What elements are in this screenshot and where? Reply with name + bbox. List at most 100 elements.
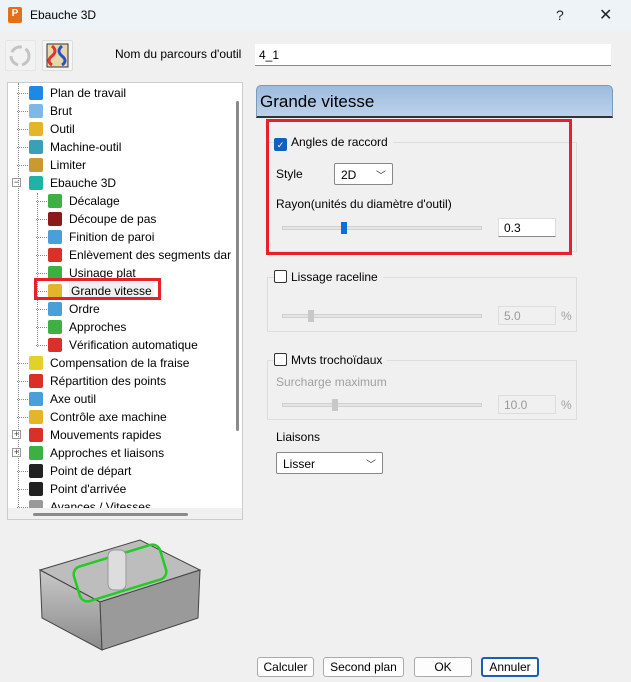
auto-verify-icon	[48, 338, 62, 352]
trochoidal-checkbox-row[interactable]: Mvts trochoïdaux	[274, 353, 388, 367]
links-value: Lisser	[283, 457, 316, 471]
tree-item[interactable]: Contrôle axe machine	[8, 408, 234, 426]
expander-icon[interactable]: −	[12, 178, 21, 187]
tree-connector	[18, 83, 19, 513]
machine-tool-icon	[29, 140, 43, 154]
tree-item-label: Limiter	[50, 158, 87, 172]
tree-item[interactable]: Approches	[8, 318, 234, 336]
tree-item[interactable]: Brut	[8, 102, 234, 120]
settings-tree: Plan de travail Brut Outil Machine-outil Lim…	[7, 82, 243, 520]
tree-item-label: Découpe de pas	[69, 212, 157, 226]
expander-icon[interactable]: +	[12, 448, 21, 457]
raceline-input[interactable]: 5.0	[498, 306, 556, 325]
toolpath-name-label: Nom du parcours d'outil	[115, 47, 242, 61]
approaches-icon	[48, 320, 62, 334]
tree-horizontal-scrollbar[interactable]	[8, 508, 242, 519]
tree-item[interactable]: Ordre	[8, 300, 234, 318]
tree-item-label: Plan de travail	[50, 86, 127, 100]
order-icon	[48, 302, 62, 316]
toolpath-preview-button[interactable]	[42, 40, 73, 71]
tree-item-label: Mouvements rapides	[50, 428, 162, 442]
app-icon: P	[8, 7, 22, 23]
tree-item[interactable]: − Ebauche 3D	[8, 174, 234, 192]
tree-item[interactable]: Compensation de la fraise	[8, 354, 234, 372]
tree-item-label: Ebauche 3D	[50, 176, 117, 190]
tree-item[interactable]: Point d'arrivée	[8, 480, 234, 498]
tree-item[interactable]: Enlèvement des segments dar	[8, 246, 234, 264]
tree-item-label: Brut	[50, 104, 73, 118]
slider-thumb[interactable]	[308, 310, 315, 322]
limit-icon	[29, 158, 43, 172]
background-button[interactable]: Second plan	[323, 657, 404, 677]
toolpath-name-input[interactable]	[255, 44, 611, 66]
expander-icon[interactable]: +	[12, 430, 21, 439]
tree-item[interactable]: Vérification automatique	[8, 336, 234, 354]
highlight-box	[266, 119, 572, 255]
recycle-icon	[9, 45, 31, 67]
ok-button[interactable]: OK	[414, 657, 472, 677]
tree-item-label: Outil	[50, 122, 75, 136]
tree-item-label: Approches et liaisons	[50, 446, 165, 460]
tree-item-label: Approches	[69, 320, 127, 334]
panel-title: Grande vitesse	[256, 85, 613, 118]
tree-item-label: Axe outil	[50, 392, 97, 406]
tree-vertical-scrollbar[interactable]	[234, 83, 242, 508]
tree-item[interactable]: Limiter	[8, 156, 234, 174]
tree-item-label: Vérification automatique	[69, 338, 198, 352]
links-select[interactable]: Lisser ﹀	[276, 452, 383, 474]
trochoidal-label: Mvts trochoïdaux	[291, 353, 383, 367]
start-point-icon	[29, 464, 43, 478]
tree-item-label: Ordre	[69, 302, 100, 316]
raceline-checkbox[interactable]	[274, 270, 287, 283]
tree-item-label: Enlèvement des segments dar	[69, 248, 232, 262]
preview-3d-image	[30, 530, 220, 658]
tree-item[interactable]: Machine-outil	[8, 138, 234, 156]
axis-control-icon	[29, 410, 43, 424]
toolpath-icon	[46, 43, 69, 68]
segment-removal-icon	[48, 248, 62, 262]
end-point-icon	[29, 482, 43, 496]
overload-unit: %	[561, 398, 572, 412]
close-button[interactable]: ✕	[599, 5, 612, 25]
scrollbar-thumb[interactable]	[236, 101, 239, 431]
raceline-slider[interactable]	[282, 310, 482, 322]
slider-thumb[interactable]	[331, 399, 338, 411]
tree-item[interactable]: + Mouvements rapides	[8, 426, 234, 444]
tree-item[interactable]: Axe outil	[8, 390, 234, 408]
tree-item-label: Point d'arrivée	[50, 482, 127, 496]
layers-icon	[29, 176, 43, 190]
links-label: Liaisons	[276, 430, 321, 444]
wall-finish-icon	[48, 230, 62, 244]
offset-icon	[48, 194, 62, 208]
tree-item[interactable]: Plan de travail	[8, 84, 234, 102]
tree-item-label: Machine-outil	[50, 140, 122, 154]
tree-item-label: Répartition des points	[50, 374, 167, 388]
cutter-comp-icon	[29, 356, 43, 370]
scrollbar-thumb[interactable]	[33, 513, 188, 516]
overload-slider[interactable]	[282, 399, 482, 411]
tool-axis-icon	[29, 392, 43, 406]
tree-item[interactable]: Répartition des points	[8, 372, 234, 390]
raceline-checkbox-row[interactable]: Lissage raceline	[274, 270, 383, 284]
rapid-moves-icon	[29, 428, 43, 442]
calculate-button[interactable]: Calculer	[257, 657, 314, 677]
point-distribution-icon	[29, 374, 43, 388]
cancel-button[interactable]: Annuler	[481, 657, 539, 677]
tree-item-label: Finition de paroi	[69, 230, 155, 244]
tool-icon	[29, 122, 43, 136]
tree-item[interactable]: Décalage	[8, 192, 234, 210]
tree-item[interactable]: Point de départ	[8, 462, 234, 480]
block-icon	[29, 104, 43, 118]
tree-item[interactable]: Découpe de pas	[8, 210, 234, 228]
trochoidal-checkbox[interactable]	[274, 353, 287, 366]
tree-item-label: Point de départ	[50, 464, 132, 478]
tree-item[interactable]: + Approches et liaisons	[8, 444, 234, 462]
recycle-button[interactable]	[5, 40, 36, 71]
help-button[interactable]: ?	[556, 7, 564, 23]
overload-input[interactable]: 10.0	[498, 395, 556, 414]
workplane-icon	[29, 86, 43, 100]
tree-item-label: Compensation de la fraise	[50, 356, 190, 370]
tree-item-label: Contrôle axe machine	[50, 410, 167, 424]
tree-item[interactable]: Finition de paroi	[8, 228, 234, 246]
tree-item[interactable]: Outil	[8, 120, 234, 138]
